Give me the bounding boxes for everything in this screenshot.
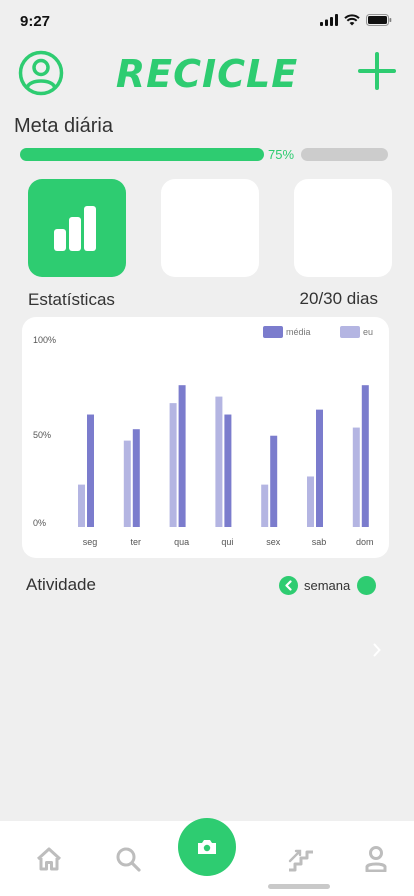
bar-media: [178, 385, 186, 527]
x-tick-label: ter: [131, 537, 142, 547]
bar-chart: 100% 50% 0% média eu seg ter qua qui sex sab dom: [33, 326, 374, 547]
y-tick-label: 100%: [33, 335, 56, 345]
status-time: 9:27: [20, 13, 51, 30]
bar-media: [132, 429, 140, 527]
y-tick-label: 0%: [33, 518, 46, 528]
bar-eu: [169, 403, 177, 527]
bar-eu: [307, 476, 314, 527]
x-tick-label: sab: [312, 537, 327, 547]
add-button[interactable]: [358, 52, 396, 90]
battery-icon: [366, 14, 392, 26]
category-tile[interactable]: [294, 179, 392, 277]
person-icon: [365, 846, 387, 872]
bar-media: [316, 409, 323, 527]
statistics-day-count: 20/30 dias: [299, 289, 378, 308]
legend-swatch: [340, 326, 360, 338]
chevron-right-icon: [373, 643, 381, 657]
category-tile[interactable]: [161, 179, 259, 277]
bar-eu: [215, 396, 223, 527]
previous-period-button[interactable]: [279, 575, 298, 595]
status-bar: 9:27: [0, 0, 414, 44]
bar-media: [270, 435, 278, 527]
app-header: RECICLE: [0, 44, 414, 100]
home-icon: [36, 847, 62, 871]
period-label: semana: [304, 577, 351, 593]
bar-media: [361, 385, 369, 527]
bar-eu: [352, 427, 360, 527]
legend-label: média: [286, 327, 311, 337]
chevron-left-icon: [285, 579, 292, 591]
y-tick-label: 50%: [33, 430, 51, 440]
activity-next-arrow[interactable]: [372, 642, 382, 658]
status-icons: [320, 14, 392, 26]
legend-swatch: [263, 326, 283, 338]
signal-icon: [320, 14, 338, 26]
goal-percent: 75%: [268, 147, 295, 162]
search-icon: [116, 847, 141, 872]
statistics-label: Estatísticas: [28, 290, 115, 309]
goal-progress-remaining: [301, 148, 388, 161]
x-tick-label: dom: [356, 537, 374, 547]
bar-eu: [123, 440, 131, 527]
tab-progress[interactable]: [287, 845, 315, 873]
camera-icon: [198, 840, 216, 854]
x-tick-label: sex: [266, 537, 281, 547]
stairs-icon: [288, 849, 313, 872]
bar-media: [87, 414, 94, 527]
daily-goal-title: Meta diária: [14, 115, 113, 137]
goal-progress-fill: [20, 148, 264, 161]
tab-profile[interactable]: [362, 845, 390, 873]
legend-label: eu: [363, 327, 373, 337]
home-indicator: [268, 884, 330, 889]
statistics-tile[interactable]: [28, 179, 126, 277]
camera-button[interactable]: [178, 818, 236, 876]
app-title: RECICLE: [115, 52, 299, 96]
tab-home[interactable]: [35, 845, 63, 873]
statistics-chart: 100% 50% 0% média eu seg ter qua qui sex sab dom: [22, 317, 389, 558]
wifi-icon: [344, 14, 360, 26]
x-tick-label: qua: [174, 537, 189, 547]
bar-chart-icon: [54, 206, 96, 251]
bar-media: [224, 414, 232, 527]
bar-eu: [78, 484, 85, 527]
activity-label: Atividade: [26, 575, 96, 594]
next-period-button[interactable]: [357, 575, 377, 595]
tab-search[interactable]: [114, 845, 142, 873]
bar-eu: [261, 484, 269, 527]
plus-icon: [358, 52, 396, 90]
period-selector: semana: [279, 575, 377, 595]
x-tick-label: seg: [83, 537, 98, 547]
x-tick-label: qui: [221, 537, 233, 547]
